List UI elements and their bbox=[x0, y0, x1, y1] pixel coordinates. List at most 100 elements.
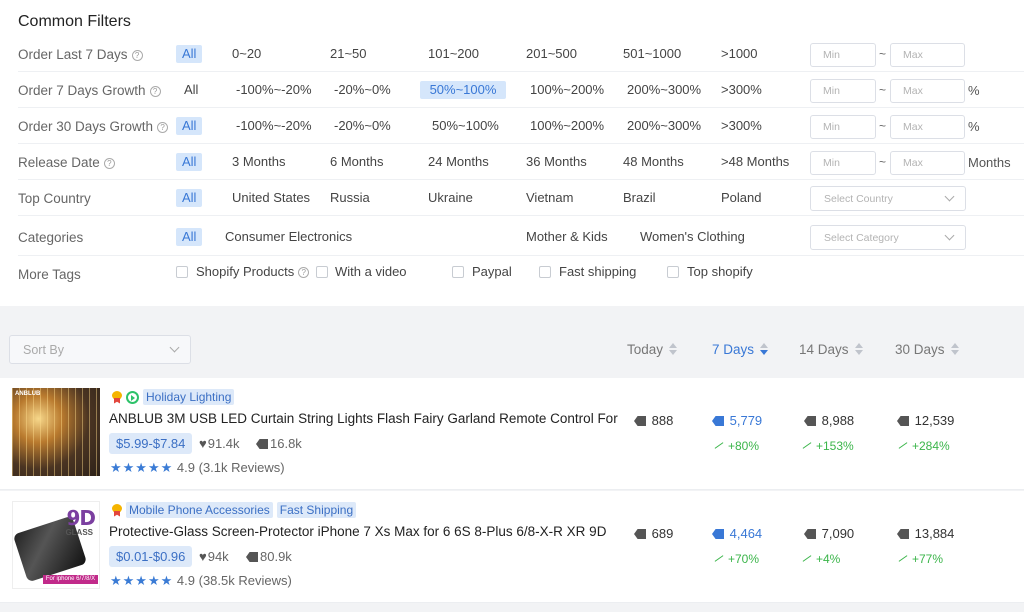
filter-option-all[interactable]: All bbox=[176, 153, 203, 171]
filter-option[interactable]: >300% bbox=[721, 81, 762, 99]
product-title[interactable]: ANBLUB 3M USB LED Curtain String Lights … bbox=[109, 411, 619, 426]
help-icon[interactable]: ? bbox=[157, 122, 169, 133]
help-icon[interactable]: ? bbox=[149, 86, 161, 97]
checkbox-paypal[interactable] bbox=[452, 266, 464, 278]
filter-option[interactable]: 21~50 bbox=[330, 45, 367, 63]
filter-option[interactable]: 100%~200% bbox=[530, 81, 604, 99]
filter-option[interactable]: Consumer Electronics bbox=[225, 228, 352, 246]
category-tag[interactable]: Holiday Lighting bbox=[143, 389, 235, 405]
filter-option[interactable]: Vietnam bbox=[526, 189, 573, 207]
filter-option[interactable]: -20%~0% bbox=[334, 117, 391, 135]
select-placeholder: Select Country bbox=[824, 193, 893, 205]
filter-option[interactable]: Mother & Kids bbox=[526, 228, 608, 246]
tag-icon bbox=[634, 416, 646, 426]
select-country-dropdown[interactable]: Select Country bbox=[810, 186, 966, 211]
filter-option[interactable]: 101~200 bbox=[428, 45, 479, 63]
filter-row-order-7-days-growth: Order 7 Days Growth? All -100%~-20% -20%… bbox=[0, 72, 1024, 108]
review-count: (3.1k Reviews) bbox=[198, 460, 285, 475]
help-icon[interactable]: ? bbox=[298, 267, 310, 278]
filter-option[interactable]: 100%~200% bbox=[530, 117, 604, 135]
orders-14-days: 8,988 bbox=[821, 413, 855, 428]
divider bbox=[18, 215, 1024, 216]
tag-icon bbox=[712, 416, 724, 426]
filter-option[interactable]: >1000 bbox=[721, 45, 758, 63]
growth-7-days: +80% bbox=[728, 439, 760, 453]
product-title[interactable]: Protective-Glass Screen-Protector iPhone… bbox=[109, 524, 619, 539]
filter-label: Order 30 Days Growth bbox=[18, 119, 154, 134]
filter-option[interactable]: 50%~100% bbox=[432, 117, 499, 135]
checkbox-with-video[interactable] bbox=[316, 266, 328, 278]
filter-option[interactable]: -100%~-20% bbox=[236, 81, 312, 99]
help-icon[interactable]: ? bbox=[103, 158, 115, 169]
sort-arrows-icon bbox=[760, 343, 769, 355]
filter-option[interactable]: 200%~300% bbox=[627, 117, 701, 135]
sort-7-days[interactable]: 7 Days bbox=[712, 342, 769, 357]
filter-label: Order Last 7 Days bbox=[18, 47, 128, 62]
min-input[interactable]: Min bbox=[810, 79, 876, 103]
sort-30-days[interactable]: 30 Days bbox=[895, 342, 959, 357]
filter-option-selected[interactable]: 50%~100% bbox=[420, 81, 506, 99]
filter-row-order-30-days-growth: Order 30 Days Growth? All -100%~-20% -20… bbox=[0, 108, 1024, 144]
price-range: $0.01-$0.96 bbox=[109, 546, 193, 567]
filter-option[interactable]: >48 Months bbox=[721, 153, 789, 171]
filter-option[interactable]: >300% bbox=[721, 117, 762, 135]
sort-today[interactable]: Today bbox=[627, 342, 678, 357]
filter-option[interactable]: 36 Months bbox=[526, 153, 587, 171]
product-thumbnail[interactable]: 9D GLASS For iphone 6/7/8/X bbox=[12, 501, 100, 589]
filter-option-all[interactable]: All bbox=[176, 189, 203, 207]
filter-option[interactable]: Women's Clothing bbox=[640, 228, 745, 246]
filter-option[interactable]: 24 Months bbox=[428, 153, 489, 171]
filter-option[interactable]: -100%~-20% bbox=[236, 117, 312, 135]
video-play-icon[interactable] bbox=[126, 390, 139, 404]
filter-option[interactable]: United States bbox=[232, 189, 310, 207]
product-row[interactable]: ANBLUB Holiday Lighting ANBLUB 3M USB LE… bbox=[0, 378, 1024, 490]
filter-option[interactable]: 48 Months bbox=[623, 153, 684, 171]
filter-label: Top Country bbox=[18, 191, 91, 206]
checkbox-shopify-products[interactable] bbox=[176, 266, 188, 278]
product-thumbnail[interactable]: ANBLUB bbox=[12, 388, 100, 476]
min-input[interactable]: Min bbox=[810, 115, 876, 139]
filter-option[interactable]: 3 Months bbox=[232, 153, 285, 171]
tag-icon bbox=[804, 529, 816, 539]
max-input[interactable]: Max bbox=[890, 151, 965, 175]
sort-by-dropdown[interactable]: Sort By bbox=[9, 335, 191, 364]
checkbox-fast-shipping[interactable] bbox=[539, 266, 551, 278]
filter-option[interactable]: 201~500 bbox=[526, 45, 577, 63]
select-category-dropdown[interactable]: Select Category bbox=[810, 225, 966, 250]
filter-option-all[interactable]: All bbox=[176, 228, 203, 246]
thumbnail-9d-text: 9D bbox=[66, 506, 96, 530]
chevron-down-icon bbox=[169, 342, 180, 353]
period-label: 30 Days bbox=[895, 342, 945, 357]
max-input[interactable]: Max bbox=[890, 43, 965, 67]
filter-option[interactable]: Brazil bbox=[623, 189, 656, 207]
min-input[interactable]: Min bbox=[810, 43, 876, 67]
filter-option[interactable]: 6 Months bbox=[330, 153, 383, 171]
product-row[interactable]: 9D GLASS For iphone 6/7/8/X Mobile Phone… bbox=[0, 491, 1024, 603]
filter-option[interactable]: Russia bbox=[330, 189, 370, 207]
tag-label: With a video bbox=[335, 264, 407, 279]
filter-option[interactable]: 200%~300% bbox=[627, 81, 701, 99]
heart-icon: ♥ bbox=[199, 436, 207, 451]
filter-option-all[interactable]: All bbox=[176, 45, 203, 63]
growth-30-days: +77% bbox=[912, 552, 944, 566]
shipping-tag[interactable]: Fast Shipping bbox=[276, 502, 357, 518]
category-tag[interactable]: Mobile Phone Accessories bbox=[126, 502, 273, 518]
tag-icon bbox=[897, 529, 909, 539]
filters-title: Common Filters bbox=[18, 13, 131, 30]
award-ribbon-icon bbox=[112, 390, 122, 404]
max-input[interactable]: Max bbox=[890, 79, 965, 103]
checkbox-top-shopify[interactable] bbox=[667, 266, 679, 278]
filter-label: Release Date bbox=[18, 155, 100, 170]
help-icon[interactable]: ? bbox=[131, 50, 143, 61]
filter-option[interactable]: 0~20 bbox=[232, 45, 261, 63]
filter-option[interactable]: 501~1000 bbox=[623, 45, 681, 63]
filter-option-all[interactable]: All bbox=[184, 81, 198, 99]
sort-14-days[interactable]: 14 Days bbox=[799, 342, 863, 357]
tag-icon bbox=[712, 529, 724, 539]
min-input[interactable]: Min bbox=[810, 151, 876, 175]
max-input[interactable]: Max bbox=[890, 115, 965, 139]
filter-option[interactable]: -20%~0% bbox=[334, 81, 391, 99]
filter-option[interactable]: Ukraine bbox=[428, 189, 473, 207]
filter-option[interactable]: Poland bbox=[721, 189, 761, 207]
filter-option-all[interactable]: All bbox=[176, 117, 203, 135]
